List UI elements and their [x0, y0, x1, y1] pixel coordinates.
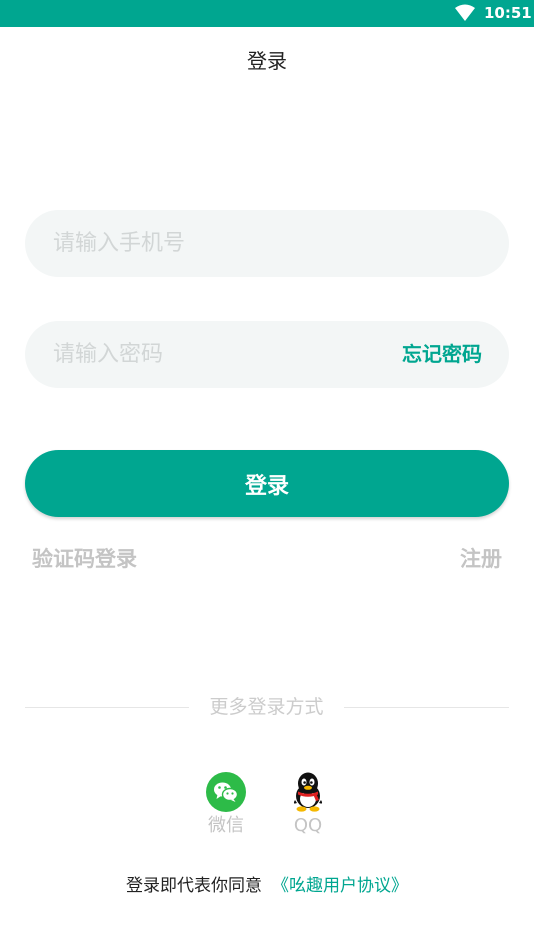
login-screen: 10:51 登录 忘记密码 登录 验证码登录 注册 更多登录方式 微信 [0, 0, 534, 949]
phone-field[interactable] [25, 210, 509, 277]
page-title: 登录 [247, 49, 287, 73]
login-button[interactable]: 登录 [25, 450, 509, 517]
wifi-icon [455, 4, 475, 21]
user-agreement-link[interactable]: 《吆趣用户协议》 [272, 876, 408, 896]
wechat-icon[interactable] [206, 772, 246, 812]
divider-left [25, 707, 189, 708]
wechat-login-option[interactable]: 微信 [196, 772, 256, 839]
sms-login-link[interactable]: 验证码登录 [32, 545, 137, 573]
agreement-text: 登录即代表你同意 [126, 876, 262, 896]
password-field[interactable]: 忘记密码 [25, 321, 509, 388]
agreement-line: 登录即代表你同意 《吆趣用户协议》 [0, 873, 534, 899]
qq-label: QQ [293, 815, 323, 836]
status-time: 10:51 [484, 4, 532, 22]
qq-login-option[interactable]: QQ [278, 772, 338, 839]
forgot-password-link[interactable]: 忘记密码 [402, 340, 482, 368]
more-login-label: 更多登录方式 [209, 696, 324, 718]
wechat-label: 微信 [208, 815, 244, 836]
status-bar: 10:51 [0, 0, 534, 27]
phone-input[interactable] [53, 210, 483, 277]
password-input[interactable] [53, 321, 383, 388]
divider-right [344, 707, 509, 708]
register-link[interactable]: 注册 [460, 545, 502, 573]
qq-icon[interactable] [288, 772, 328, 812]
